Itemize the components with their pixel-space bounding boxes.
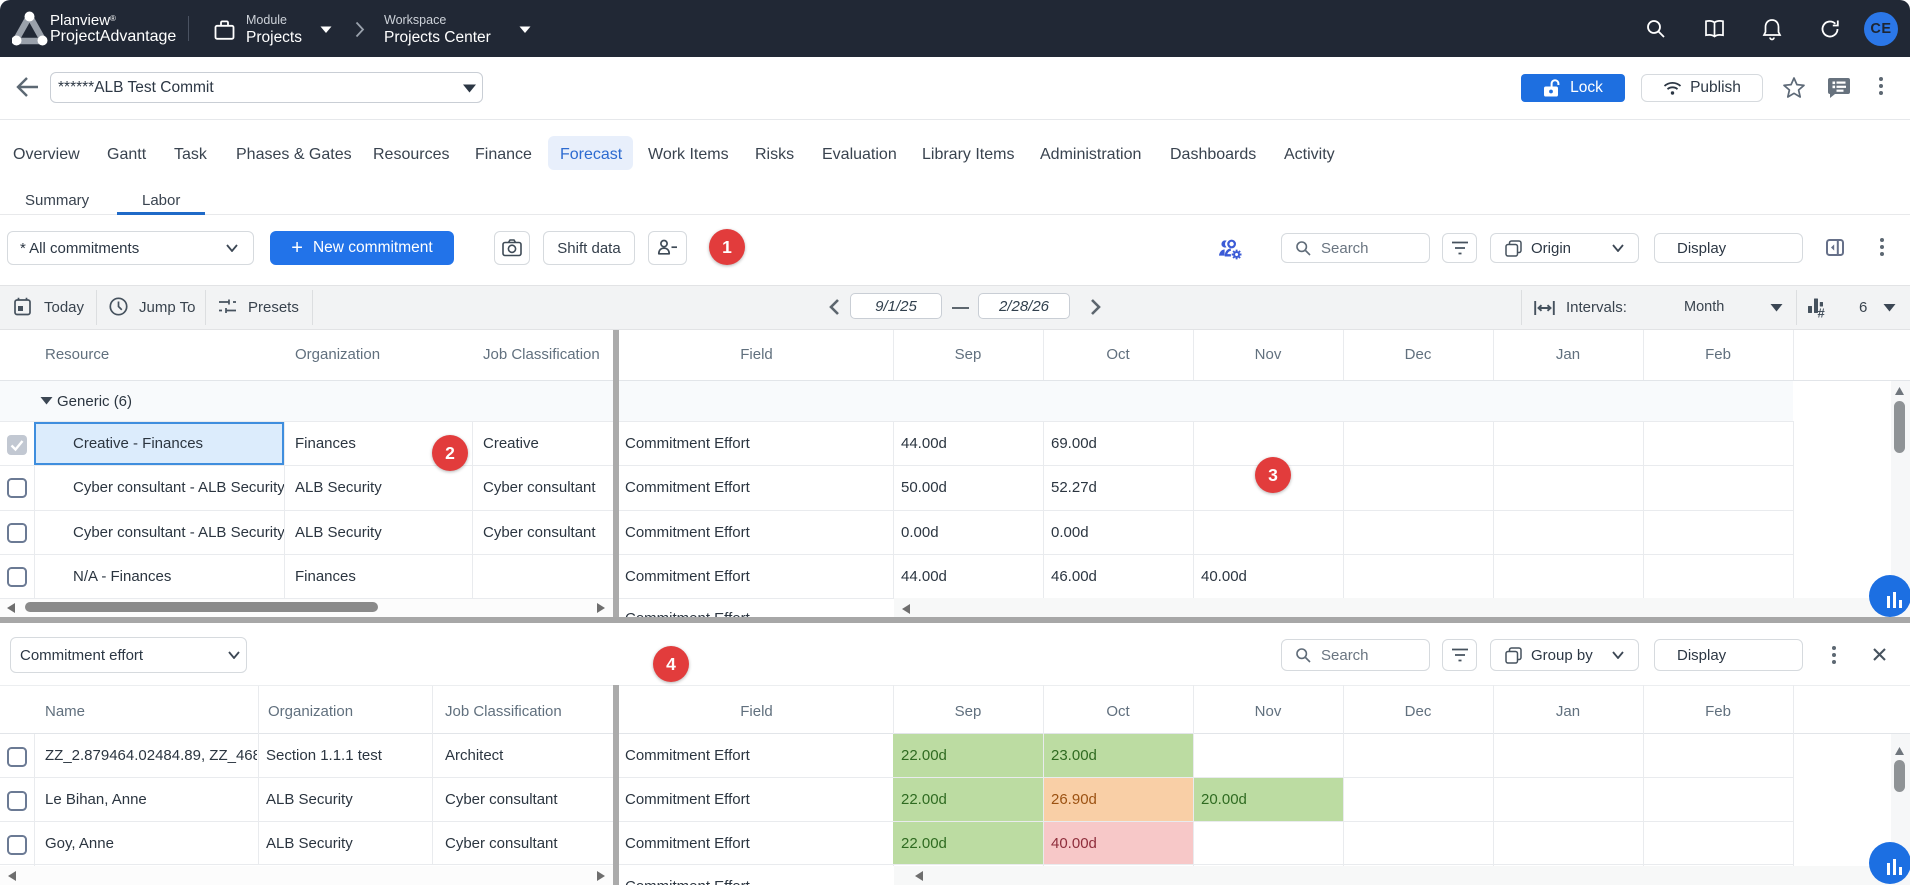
svg-text:#: # <box>1818 306 1826 320</box>
